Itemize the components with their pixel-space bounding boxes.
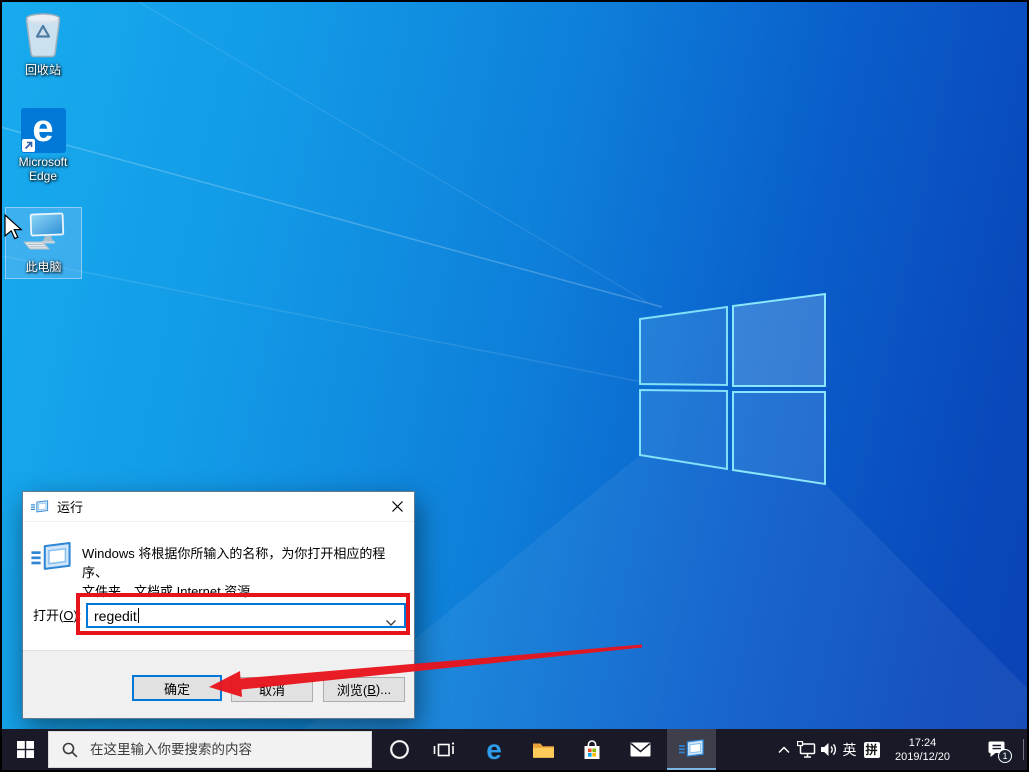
windows-start-icon [16,741,34,758]
start-button[interactable] [2,729,48,770]
ime-indicator[interactable]: 拼 [860,729,883,770]
action-center-button[interactable]: 1 [978,729,1018,770]
task-view-icon [433,741,455,756]
icon-label: 回收站 [24,63,61,77]
language-indicator[interactable]: 英 [839,729,860,770]
task-view-button[interactable] [424,729,464,770]
search-icon [62,742,78,757]
network-tray-icon[interactable] [795,729,818,770]
microsoft-store-icon [584,740,600,759]
icon-label: 此电脑 [25,260,62,274]
icon-label: Edge [28,169,58,183]
taskbar-file-explorer-button[interactable] [523,729,563,770]
desktop-icon-microsoft-edge[interactable]: e Microsoft Edge [3,108,83,183]
cortana-icon [389,740,409,759]
taskbar-clock[interactable]: 17:24 2019/12/20 [885,729,960,770]
run-dialog: 运行 Windows 将根据你所输入的名称，为你打开相应的程序、 文件夹、文档或… [22,491,415,719]
input-value: regedit [94,607,137,624]
run-dialog-icon [31,500,49,514]
text-caret [137,608,139,623]
show-desktop-separator[interactable] [1023,739,1024,760]
notification-badge: 1 [998,749,1012,763]
edge-icon: e [20,108,66,153]
taskbar-store-button[interactable] [572,729,612,770]
shortcut-arrow-icon [21,139,35,152]
icon-label: Microsoft [18,155,68,169]
volume-tray-icon[interactable] [818,729,840,770]
run-icon-large [31,542,73,573]
dialog-footer: 确定 取消 浏览(B)... [23,650,414,718]
open-label: 打开(O): [33,608,82,623]
recycle-bin-icon [25,13,61,58]
desktop: 回收站 e Microsoft Edge 此电脑 运行 Windows 将根据你… [0,0,1029,772]
chevron-down-icon[interactable] [386,613,396,629]
taskbar-mail-button[interactable] [620,729,660,770]
this-pc-icon [22,212,64,250]
dialog-titlebar[interactable]: 运行 [23,492,414,522]
mail-icon [630,742,650,757]
clock-date: 2019/12/20 [894,750,951,763]
taskbar: e [2,729,1027,770]
taskbar-edge-button[interactable]: e [474,729,514,770]
dialog-title: 运行 [57,500,84,515]
taskbar-search[interactable] [48,731,372,768]
desktop-icon-recycle-bin[interactable]: 回收站 [3,10,83,77]
file-explorer-icon [532,743,554,758]
close-icon[interactable] [380,492,414,521]
desktop-icon-this-pc[interactable]: 此电脑 [5,207,82,279]
taskbar-run-app-active[interactable] [667,729,716,770]
speaker-icon [821,743,836,756]
network-icon [796,741,815,758]
edge-icon: e [486,733,502,765]
search-input[interactable] [90,742,371,757]
run-app-icon [679,739,705,759]
chevron-up-icon [778,745,790,753]
ok-button[interactable]: 确定 [132,675,222,701]
cancel-button[interactable]: 取消 [231,677,313,702]
wallpaper-windows-logo [639,292,826,486]
browse-button[interactable]: 浏览(B)... [323,677,405,702]
run-command-input[interactable]: regedit [86,603,406,628]
show-hidden-icons-button[interactable] [773,729,795,770]
clock-time: 17:24 [908,736,937,749]
cortana-button[interactable] [379,729,419,770]
dialog-description: Windows 将根据你所输入的名称，为你打开相应的程序、 文件夹、文档或 In… [82,546,386,599]
